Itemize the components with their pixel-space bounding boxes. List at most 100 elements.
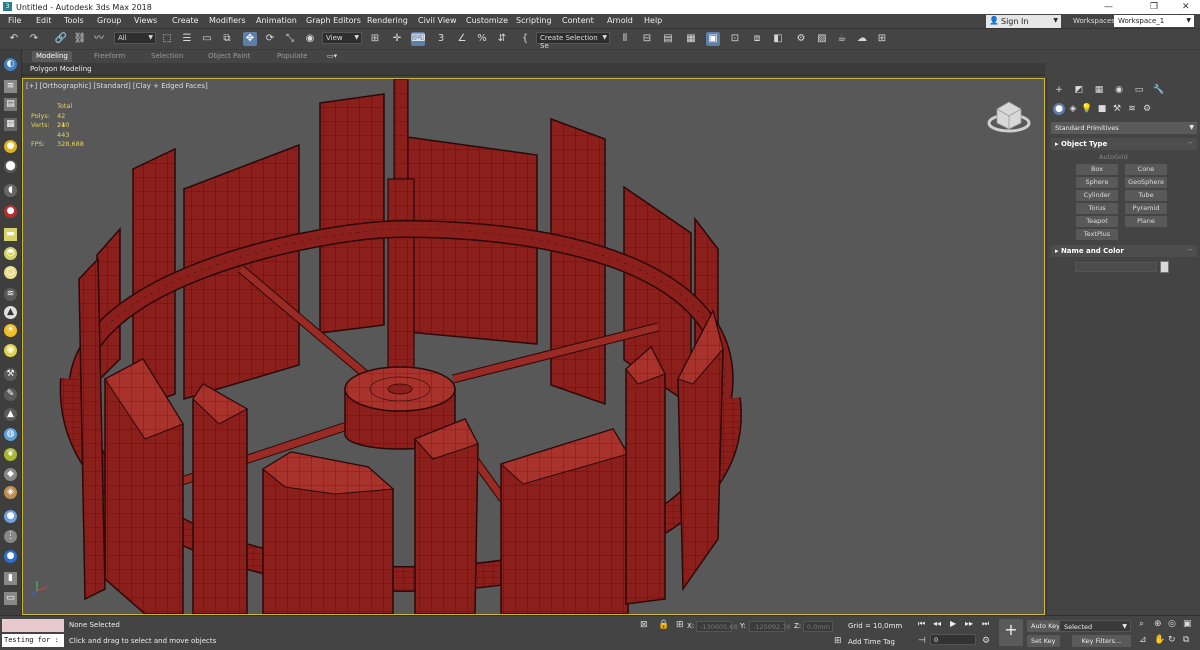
render-in-cloud-icon[interactable]: ☁ [855,32,869,46]
named-selection-dropdown[interactable]: Create Selection Se ▼ [536,32,610,50]
object-name-input[interactable] [1075,262,1157,272]
angle-snap-icon[interactable]: ∠ [455,32,469,46]
pan-icon[interactable]: ✋ [1154,635,1165,645]
time-tag-icon[interactable]: ⊞ [834,636,842,646]
named-selection-edit-icon[interactable]: { [518,32,532,46]
pin-icon[interactable]: ▮ [4,572,17,585]
key-selection-dropdown[interactable]: Selected ▼ [1059,620,1131,632]
key-mode-icon[interactable]: ⊣ [918,636,926,646]
select-and-scale-icon[interactable]: ⤡ [283,32,297,46]
tube-button[interactable]: Tube [1125,190,1167,201]
maxscript-mini-listener[interactable]: Testing for : [2,634,64,647]
close-button[interactable]: ✕ [1182,2,1190,12]
unlink-icon[interactable]: ⛓ [73,32,87,46]
geometry-icon[interactable]: ● [1053,103,1065,115]
tab-populate[interactable]: Populate [277,52,307,60]
cone-light-icon[interactable]: ▲ [4,306,17,319]
render-production-icon[interactable]: ☕ [835,32,849,46]
layer-explorer-icon[interactable]: ▦ [684,32,698,46]
object-icon[interactable]: ● [4,550,17,563]
helpers-icon[interactable]: ⚒ [1111,103,1123,115]
menu-scripting[interactable]: Scripting [516,16,552,25]
zoom-icon[interactable]: ⌕ [1139,619,1144,629]
shapes-icon[interactable]: ◈ [1067,103,1079,115]
display-tab-icon[interactable]: ▭ [1133,84,1145,96]
viewport-layout-icon[interactable]: ◐ [4,58,17,71]
screen-icon[interactable]: ▭ [4,592,17,605]
sphere-light-icon[interactable]: ○ [4,266,17,279]
menu-graph-editors[interactable]: Graph Editors [306,16,361,25]
zoom-all-icon[interactable]: ⊕ [1154,619,1162,629]
bind-space-warp-icon[interactable]: 〰 [92,32,106,46]
undo-icon[interactable]: ↶ [7,32,21,46]
mountain-icon[interactable]: ▲ [4,408,17,421]
rendered-frame-window-icon[interactable]: ▨ [815,32,829,46]
space-warps-icon[interactable]: ≋ [1126,103,1138,115]
cone-button[interactable]: Cone [1125,164,1167,175]
plane-button[interactable]: Plane [1125,216,1167,227]
time-config-icon[interactable]: ⚙ [982,636,990,646]
menu-edit[interactable]: Edit [36,16,52,25]
add-time-tag[interactable]: Add Time Tag [848,638,895,646]
rock-icon[interactable]: ◆ [4,468,17,481]
dome-light-icon[interactable]: ◓ [4,247,17,260]
mirror-icon[interactable]: ⫴ [618,32,632,46]
menu-rendering[interactable]: Rendering [367,16,408,25]
maximize-viewport-icon[interactable]: ⧉ [1183,635,1189,645]
tab-object-paint[interactable]: Object Paint [208,52,250,60]
lights-icon[interactable]: 💡 [1081,103,1093,115]
object-type-rollout[interactable]: ▸ Object Type − [1051,138,1197,150]
workspace-dropdown[interactable]: Workspace_1 ▼ [1114,15,1194,27]
menu-content[interactable]: Content [562,16,594,25]
motion-tab-icon[interactable]: ◉ [1113,84,1125,96]
box-button[interactable]: Box [1076,164,1118,175]
menu-group[interactable]: Group [97,16,121,25]
schematic-view-icon[interactable]: ⧈ [750,32,764,46]
primitive-type-dropdown[interactable]: Standard Primitives ▼ [1051,122,1197,134]
x-coordinate-field[interactable]: -130605,68 [696,621,738,632]
menu-views[interactable]: Views [134,16,157,25]
textplus-button[interactable]: TextPlus [1076,229,1118,240]
zoom-extents-icon[interactable]: ◎ [1168,619,1176,629]
wave-icon[interactable]: ≋ [4,288,17,301]
render-setup-icon[interactable]: ⚙ [794,32,808,46]
brush-icon[interactable]: ✎ [4,388,17,401]
orbit-icon[interactable]: ↻ [1168,635,1176,645]
paint-icon[interactable]: ⬤ [4,160,17,173]
name-and-color-rollout[interactable]: ▸ Name and Color − [1051,245,1197,257]
wrench-icon[interactable]: ⚒ [4,368,17,381]
cylinder-button[interactable]: Cylinder [1076,190,1118,201]
globe-icon[interactable]: ◍ [4,428,17,441]
minimize-button[interactable]: — [1104,2,1113,12]
tab-selection[interactable]: Selection [151,52,183,60]
particles-icon[interactable]: ⋮ [4,530,17,543]
snaps-toggle-icon[interactable]: 3 [434,32,448,46]
key-filters-button[interactable]: Key Filters... [1072,635,1131,647]
field-of-view-icon[interactable]: ⊿ [1139,635,1147,645]
go-to-start-icon[interactable]: ⏮ [918,619,925,629]
redo-icon[interactable]: ↷ [27,32,41,46]
curve-editor-icon[interactable]: ⊡ [728,32,742,46]
ribbon-options-icon[interactable]: ▭▾ [327,52,337,60]
viewport-orthographic[interactable]: [+] [Orthographic] [Standard] [Clay + Ed… [22,78,1045,615]
leaf-icon[interactable]: ❦ [4,448,17,461]
absolute-mode-icon[interactable]: ⊞ [676,620,684,630]
selection-lock-icon[interactable]: 🔒 [658,620,669,630]
atmosphere-icon[interactable]: ● [4,510,17,523]
y-coordinate-field[interactable]: -125092,76 [749,621,791,632]
sun-icon[interactable]: ☀ [4,324,17,337]
pivot-center-icon[interactable]: ⊞ [368,32,382,46]
sign-in-dropdown[interactable]: Sign In 👤 ▼ [986,15,1061,28]
pyramid-button[interactable]: Pyramid [1125,203,1167,214]
selection-filter-dropdown[interactable]: All ▼ [114,32,156,44]
previous-frame-icon[interactable]: ◂◂ [933,619,941,628]
scene-list-icon[interactable]: ▤ [4,98,17,111]
tab-modeling[interactable]: Modeling [32,51,72,62]
texture-icon[interactable]: ◈ [4,486,17,499]
keyboard-shortcut-override-icon[interactable]: ⌨ [411,32,425,46]
reference-coordinate-dropdown[interactable]: View ▼ [322,32,362,44]
menu-civil-view[interactable]: Civil View [418,16,457,25]
go-to-end-icon[interactable]: ⏭ [982,619,989,629]
grid-icon[interactable]: ▦ [4,118,17,131]
menu-customize[interactable]: Customize [466,16,508,25]
